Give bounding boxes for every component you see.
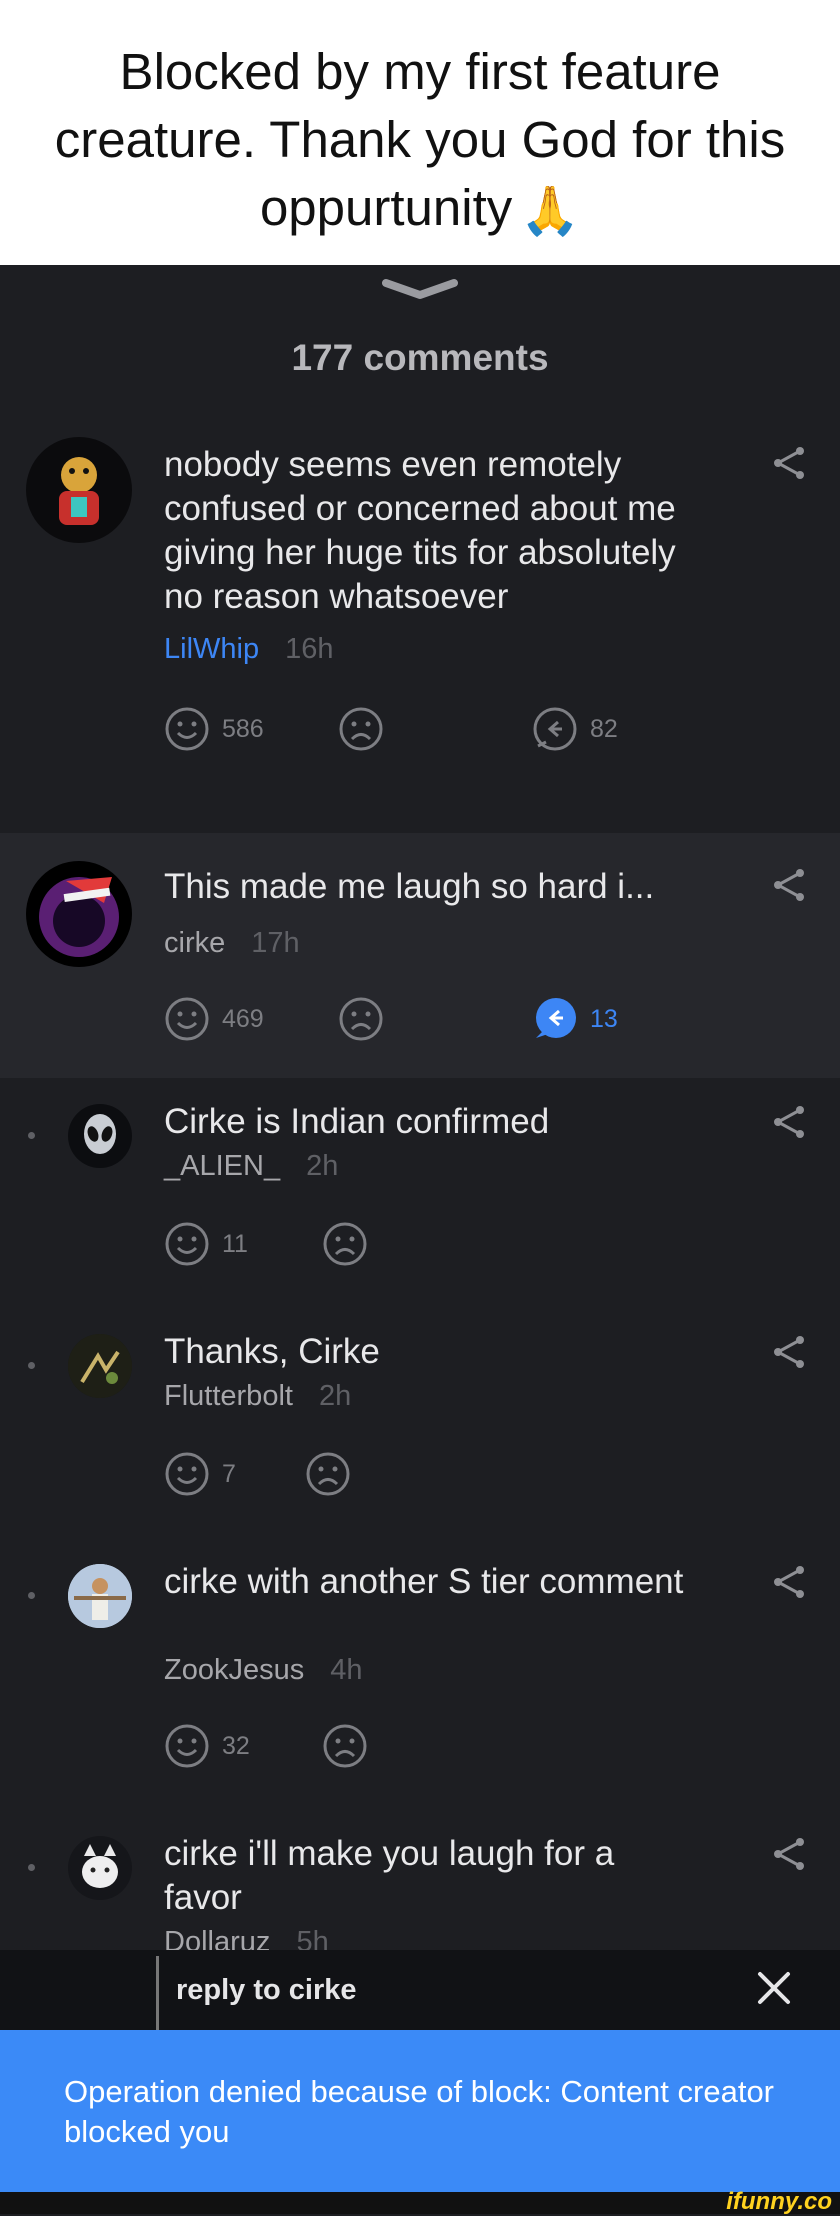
character-avatar-icon[interactable]: [26, 437, 132, 543]
comment-username[interactable]: cirke: [164, 927, 225, 959]
comment-text: Thanks, Cirke: [164, 1332, 380, 1371]
comment-item: Thanks, Cirke Flutterbolt 2h 7: [0, 1330, 840, 1540]
smile-icon: [165, 1724, 209, 1768]
comment-text: This made me laugh so hard i...: [164, 867, 655, 906]
poster-avatar-icon[interactable]: [68, 1334, 132, 1398]
unsmile-icon: [323, 1724, 367, 1768]
smile-button[interactable]: 586: [164, 705, 264, 753]
smile-count: 586: [222, 714, 264, 743]
comment-text: cirke with another S tier comment: [164, 1562, 684, 1601]
share-icon[interactable]: [770, 1334, 806, 1370]
comment-meta: LilWhip 16h: [164, 633, 334, 666]
reply-bar: reply to cirke: [0, 1950, 840, 2030]
comment-item: This made me laugh so hard i... cirke 17…: [0, 833, 840, 1078]
caption-text: Blocked by my first feature creature. Th…: [54, 43, 786, 236]
comment-text: cirke i'll make you laugh for a favor: [164, 1834, 615, 1917]
alien-avatar-icon[interactable]: [68, 1104, 132, 1168]
unsmile-button[interactable]: [322, 1220, 368, 1268]
smile-count: 469: [222, 1004, 264, 1033]
comment-username[interactable]: LilWhip: [164, 633, 259, 665]
unsmile-icon: [339, 997, 383, 1041]
watermark-logo: ifunny.co: [726, 2188, 832, 2215]
comment-text: nobody seems even remotely confused or c…: [164, 445, 676, 616]
footer-strip: ifunny.co: [0, 2188, 840, 2215]
unsmile-button[interactable]: [338, 995, 384, 1043]
unsmile-button[interactable]: [322, 1722, 368, 1770]
comment-time: 17h: [251, 927, 300, 959]
comment-item: cirke i'll make you laugh for a favor Do…: [0, 1832, 840, 1950]
comment-meta: cirke 17h: [164, 927, 300, 960]
comment-time: 2h: [306, 1150, 339, 1182]
smile-button[interactable]: 7: [164, 1450, 236, 1498]
comment-item: cirke with another S tier comment ZookJe…: [0, 1560, 840, 1810]
thread-dot: [28, 1362, 35, 1369]
comment-time: 16h: [285, 633, 334, 665]
replies-button[interactable]: 13: [532, 995, 618, 1043]
thread-dot: [28, 1132, 35, 1139]
jesus-avatar-icon[interactable]: [68, 1564, 132, 1628]
smile-button[interactable]: 32: [164, 1722, 250, 1770]
smile-count: 32: [222, 1731, 250, 1760]
comment-username[interactable]: _ALIEN_: [164, 1150, 280, 1182]
cat-avatar-icon[interactable]: [68, 1836, 132, 1900]
comment-text: Cirke is Indian confirmed: [164, 1102, 550, 1141]
comments-panel: 177 comments nobody seems even remotely …: [0, 265, 840, 2214]
smile-button[interactable]: 469: [164, 995, 264, 1043]
reply-count: 13: [590, 1004, 618, 1033]
smile-count: 11: [222, 1229, 248, 1258]
toast-message: Operation denied because of block: Conte…: [64, 2074, 775, 2149]
text-cursor: [156, 1956, 159, 2030]
collapse-chevron-icon[interactable]: [380, 277, 460, 301]
comment-meta: Flutterbolt 2h: [164, 1380, 351, 1413]
comment-time: 2h: [319, 1380, 352, 1412]
unsmile-button[interactable]: [305, 1450, 351, 1498]
share-icon[interactable]: [770, 867, 806, 903]
comment-username[interactable]: ZookJesus: [164, 1654, 304, 1686]
smile-button[interactable]: 11: [164, 1220, 248, 1268]
smile-count: 7: [222, 1459, 236, 1488]
smile-icon: [165, 1222, 209, 1266]
unsmile-icon: [306, 1452, 350, 1496]
comment-username[interactable]: Flutterbolt: [164, 1380, 293, 1412]
comment-username[interactable]: Dollaruz: [164, 1926, 270, 1950]
comment-time: 4h: [330, 1654, 363, 1686]
thread-dot: [28, 1864, 35, 1871]
comments-count: 177 comments: [291, 337, 549, 378]
share-icon[interactable]: [770, 1564, 806, 1600]
smile-icon: [165, 707, 209, 751]
comment-item: nobody seems even remotely confused or c…: [0, 415, 840, 751]
reply-icon-active: [536, 998, 576, 1038]
reply-icon: [533, 707, 577, 751]
thread-dot: [28, 1592, 35, 1599]
close-icon[interactable]: [754, 1968, 794, 2008]
comment-item: Cirke is Indian confirmed _ALIEN_ 2h 11: [0, 1100, 840, 1310]
comment-meta: Dollaruz 5h: [164, 1926, 329, 1950]
comment-meta: ZookJesus 4h: [164, 1654, 363, 1687]
share-icon[interactable]: [770, 1836, 806, 1872]
praying-hands-icon: 🙏: [520, 184, 581, 238]
unsmile-icon: [323, 1222, 367, 1266]
error-toast: Operation denied because of block: Conte…: [0, 2030, 840, 2192]
share-icon[interactable]: [770, 1104, 806, 1140]
comment-time: 5h: [296, 1926, 329, 1950]
meme-caption: Blocked by my first feature creature. Th…: [0, 0, 840, 265]
comment-meta: _ALIEN_ 2h: [164, 1150, 338, 1183]
smile-icon: [165, 1452, 209, 1496]
reply-count: 82: [590, 714, 618, 743]
share-icon[interactable]: [770, 445, 806, 481]
santa-hat-avatar-icon[interactable]: [26, 861, 132, 967]
smile-icon: [165, 997, 209, 1041]
unsmile-button[interactable]: [338, 705, 384, 753]
reply-input-label[interactable]: reply to cirke: [176, 1974, 357, 2007]
unsmile-icon: [339, 707, 383, 751]
replies-button[interactable]: 82: [532, 705, 618, 753]
